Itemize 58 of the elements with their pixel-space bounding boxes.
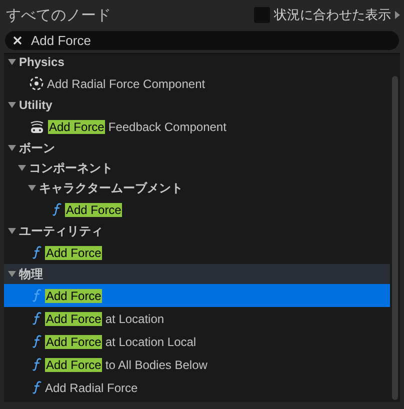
collapse-arrow-icon[interactable] xyxy=(18,165,26,171)
node-label: to All Bodies Below xyxy=(105,358,208,372)
node-label: at Location xyxy=(105,312,164,326)
checkbox-label[interactable]: 状況に合わせた表示 xyxy=(274,6,391,24)
category-label: Physics xyxy=(19,55,64,69)
category-label: 物理 xyxy=(19,266,43,282)
function-icon xyxy=(32,289,42,302)
collapse-arrow-icon[interactable] xyxy=(8,102,16,108)
category-label: コンポーネント xyxy=(29,160,113,176)
node-item[interactable]: Add Force xyxy=(4,284,390,307)
category-row[interactable]: コンポーネント xyxy=(4,158,390,178)
expand-arrow-icon[interactable] xyxy=(395,11,400,19)
category-label: ボーン xyxy=(19,140,55,156)
search-match: Add Force xyxy=(65,202,122,216)
search-field[interactable]: Add Force xyxy=(5,31,399,50)
search-match: Add Force xyxy=(45,246,102,260)
category-row[interactable]: 物理 xyxy=(4,264,390,284)
node-item[interactable]: Add Force at Location Local xyxy=(4,330,390,353)
node-label: Add Radial Force xyxy=(45,380,138,394)
node-item[interactable]: Add Force at Location xyxy=(4,307,390,330)
node-label: at Location Local xyxy=(105,334,196,348)
search-match: Add Force xyxy=(48,120,106,134)
collapse-arrow-icon[interactable] xyxy=(8,59,16,65)
category-label: ユーティリティ xyxy=(19,222,103,240)
function-icon xyxy=(32,246,42,259)
node-item[interactable]: Add Force Feedback Component xyxy=(4,115,390,138)
node-item[interactable]: Add Force xyxy=(4,198,390,221)
category-row[interactable]: Physics xyxy=(4,54,390,72)
collapse-arrow-icon[interactable] xyxy=(8,145,16,151)
search-match: Add Force xyxy=(45,334,102,348)
function-icon xyxy=(32,381,42,394)
category-label: キャラクタームーブメント xyxy=(39,180,183,196)
node-label: Feedback Component xyxy=(108,120,226,134)
collapse-arrow-icon[interactable] xyxy=(8,271,16,277)
function-icon xyxy=(32,335,42,348)
node-item[interactable]: Add Radial Force Component xyxy=(4,72,390,95)
scrollbar[interactable] xyxy=(392,76,398,400)
category-row[interactable]: Utility xyxy=(4,95,390,115)
search-match: Add Force xyxy=(45,288,102,302)
radial-force-icon xyxy=(29,76,44,91)
panel-title: すべてのノード xyxy=(6,6,111,24)
category-row[interactable]: キャラクタームーブメント xyxy=(4,178,390,198)
node-item[interactable]: Add Radial Force xyxy=(4,376,390,399)
collapse-arrow-icon[interactable] xyxy=(28,185,36,191)
gamepad-icon xyxy=(29,120,45,134)
close-icon[interactable] xyxy=(13,36,22,45)
function-icon xyxy=(32,312,42,325)
function-icon xyxy=(52,203,62,216)
node-item[interactable]: Add Force to All Bodies Below xyxy=(4,353,390,376)
category-label: Utility xyxy=(19,98,52,112)
function-icon xyxy=(32,358,42,371)
node-item[interactable]: Add Force xyxy=(4,241,390,264)
search-match: Add Force xyxy=(45,312,102,326)
node-label: Add Radial Force Component xyxy=(47,76,206,90)
collapse-arrow-icon[interactable] xyxy=(8,228,16,234)
category-row[interactable]: ユーティリティ xyxy=(4,221,390,241)
search-match: Add Force xyxy=(45,358,102,372)
category-row[interactable]: ボーン xyxy=(4,138,390,158)
